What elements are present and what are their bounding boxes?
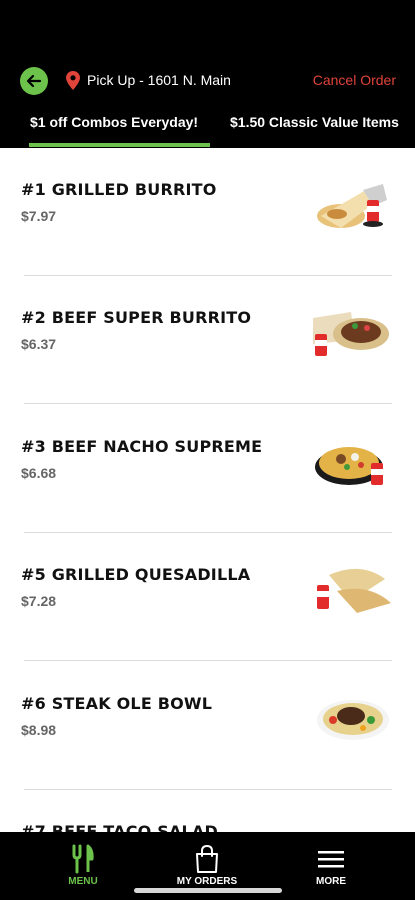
nacho-supreme-image [315, 447, 383, 485]
menu-item[interactable]: #6 STEAK OLE BOWL $8.98 [0, 662, 415, 790]
nav-more[interactable]: MORE [262, 832, 400, 900]
taco-salad-image [311, 818, 393, 832]
item-price: $7.28 [21, 593, 57, 609]
location-pin-icon [66, 71, 80, 90]
header: Pick Up - 1601 N. Main Cancel Order $1 o… [0, 0, 415, 148]
nav-label: MENU [68, 876, 98, 887]
menu-item-list[interactable]: #1 GRILLED BURRITO $7.97 #2 BEEF SUPER B… [0, 148, 415, 832]
pickup-location[interactable]: Pick Up - 1601 N. Main [87, 72, 231, 88]
item-price: $8.98 [21, 722, 57, 738]
burrito-combo-image [317, 184, 387, 228]
item-name: #7 BEEF TACO SALAD [21, 822, 218, 832]
item-name: #6 STEAK OLE BOWL [21, 694, 213, 713]
item-name: #2 BEEF SUPER BURRITO [21, 308, 252, 327]
home-indicator[interactable] [134, 888, 282, 893]
tab-combos[interactable]: $1 off Combos Everyday! [30, 114, 198, 130]
item-price: $6.37 [21, 336, 57, 352]
menu-item[interactable]: #5 GRILLED QUESADILLA $7.28 [0, 533, 415, 661]
category-tabs: $1 off Combos Everyday! $1.50 Classic Va… [0, 112, 415, 148]
back-button[interactable] [20, 67, 48, 95]
menu-item[interactable]: #2 BEEF SUPER BURRITO $6.37 [0, 276, 415, 404]
quesadilla-image [317, 568, 391, 613]
hamburger-menu-icon [318, 851, 344, 868]
fork-knife-icon [72, 844, 94, 874]
shopping-bag-icon [196, 844, 218, 873]
menu-item[interactable]: #1 GRILLED BURRITO $7.97 [0, 148, 415, 276]
menu-item[interactable]: #3 BEEF NACHO SUPREME $6.68 [0, 405, 415, 533]
divider [24, 660, 392, 661]
item-name: #1 GRILLED BURRITO [21, 180, 217, 199]
menu-item[interactable]: #7 BEEF TACO SALAD [0, 790, 415, 832]
active-tab-indicator [29, 143, 210, 147]
steak-bowl-image [317, 700, 389, 740]
cancel-order-link[interactable]: Cancel Order [313, 72, 396, 88]
nav-label: MORE [316, 876, 346, 887]
divider [24, 403, 392, 404]
item-name: #3 BEEF NACHO SUPREME [21, 437, 263, 456]
tab-classic-value[interactable]: $1.50 Classic Value Items [230, 114, 399, 130]
item-price: $7.97 [21, 208, 57, 224]
nav-label: MY ORDERS [176, 876, 238, 887]
item-name: #5 GRILLED QUESADILLA [21, 565, 251, 584]
super-burrito-image [313, 312, 389, 356]
item-price: $6.68 [21, 465, 57, 481]
arrow-left-icon [26, 74, 42, 88]
nav-menu[interactable]: MENU [14, 832, 152, 900]
